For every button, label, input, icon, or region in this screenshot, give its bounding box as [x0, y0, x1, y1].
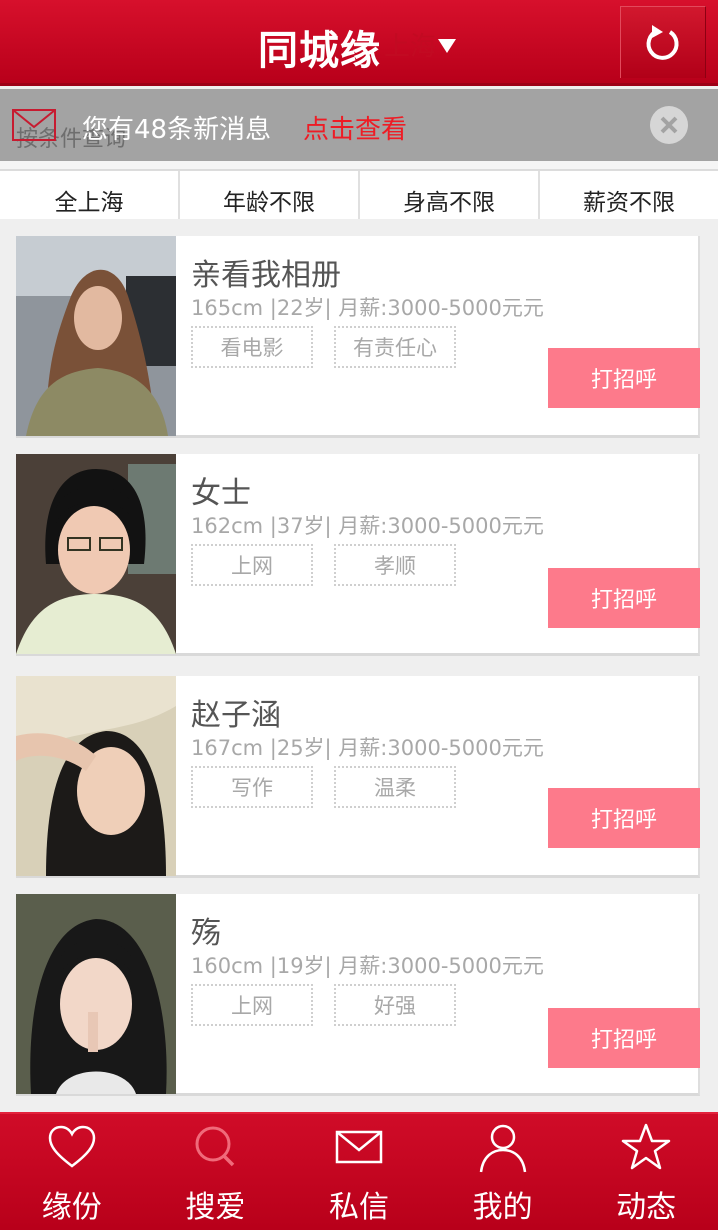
avatar[interactable] [16, 454, 176, 654]
nav-label: 动态 [616, 1190, 677, 1225]
mail-icon [12, 109, 56, 141]
greet-button[interactable]: 打招呼 [548, 1008, 700, 1068]
interest-tag: 孝顺 [334, 544, 456, 586]
nav-profile[interactable]: 我的 [431, 1114, 575, 1230]
close-icon [660, 116, 678, 134]
nav-messages[interactable]: 私信 [287, 1114, 431, 1230]
refresh-button[interactable] [620, 6, 706, 78]
filter-location[interactable]: 全上海 [0, 171, 180, 219]
interest-tag: 有责任心 [334, 326, 456, 368]
greet-button[interactable]: 打招呼 [548, 788, 700, 848]
avatar[interactable] [16, 894, 176, 1094]
profile-card[interactable]: 殇 160cm |19岁| 月薪:3000-5000元元 上网 好强 打招呼 [16, 894, 700, 1096]
nav-feed[interactable]: 动态 [574, 1114, 718, 1230]
view-messages-link[interactable]: 点击查看 [303, 109, 407, 146]
dropdown-arrow-icon [438, 38, 457, 53]
profile-card[interactable]: 赵子涵 167cm |25岁| 月薪:3000-5000元元 写作 温柔 打招呼 [16, 676, 700, 878]
filter-salary[interactable]: 薪资不限 [540, 171, 718, 219]
profile-name: 赵子涵 [191, 698, 281, 733]
app-header: 同城缘 上海 [0, 0, 718, 86]
close-notice-button[interactable] [650, 106, 688, 144]
interest-tag: 上网 [191, 984, 313, 1026]
profile-card[interactable]: 女士 162cm |37岁| 月薪:3000-5000元元 上网 孝顺 打招呼 [16, 454, 700, 656]
avatar[interactable] [16, 236, 176, 436]
profile-info: 167cm |25岁| 月薪:3000-5000元元 [191, 736, 544, 760]
profile-info: 162cm |37岁| 月薪:3000-5000元元 [191, 514, 544, 538]
app-title: 同城缘 [258, 28, 381, 74]
filter-height[interactable]: 身高不限 [360, 171, 540, 219]
person-icon [479, 1124, 526, 1173]
interest-tag: 写作 [191, 766, 313, 808]
filter-bar: 全上海 年龄不限 身高不限 薪资不限 [0, 169, 718, 219]
search-icon [195, 1126, 235, 1167]
star-icon [621, 1123, 671, 1170]
interest-tag: 上网 [191, 544, 313, 586]
avatar[interactable] [16, 676, 176, 876]
new-message-notice[interactable]: 按条件查询 您有48条新消息 点击查看 [0, 89, 718, 161]
nav-label: 搜爱 [185, 1190, 246, 1225]
nav-label: 缘份 [41, 1190, 102, 1225]
profile-info: 160cm |19岁| 月薪:3000-5000元元 [191, 954, 544, 978]
city-label: 上海 [384, 32, 437, 62]
greet-button[interactable]: 打招呼 [548, 568, 700, 628]
nav-label: 我的 [472, 1190, 533, 1225]
filter-age[interactable]: 年龄不限 [180, 171, 360, 219]
profile-info: 165cm |22岁| 月薪:3000-5000元元 [191, 296, 544, 320]
divider [0, 161, 718, 169]
interest-tag: 温柔 [334, 766, 456, 808]
interest-tag: 看电影 [191, 326, 313, 368]
nav-label: 私信 [328, 1190, 389, 1225]
refresh-icon [646, 24, 679, 60]
notice-message: 您有48条新消息 [82, 115, 272, 145]
profile-name: 女士 [191, 476, 251, 511]
profile-card[interactable]: 亲看我相册 165cm |22岁| 月薪:3000-5000元元 看电影 有责任… [16, 236, 700, 438]
nav-fate[interactable]: 缘份 [0, 1114, 144, 1230]
heart-icon [48, 1125, 96, 1168]
greet-button[interactable]: 打招呼 [548, 348, 700, 408]
city-selector[interactable]: 上海 [384, 26, 457, 63]
bottom-nav: 缘份 搜爱 私信 我的 动态 [0, 1112, 718, 1230]
mail-icon [335, 1130, 383, 1164]
nav-search[interactable]: 搜爱 [144, 1114, 288, 1230]
interest-tag: 好强 [334, 984, 456, 1026]
profile-name: 亲看我相册 [191, 258, 341, 293]
profile-name: 殇 [191, 916, 221, 951]
